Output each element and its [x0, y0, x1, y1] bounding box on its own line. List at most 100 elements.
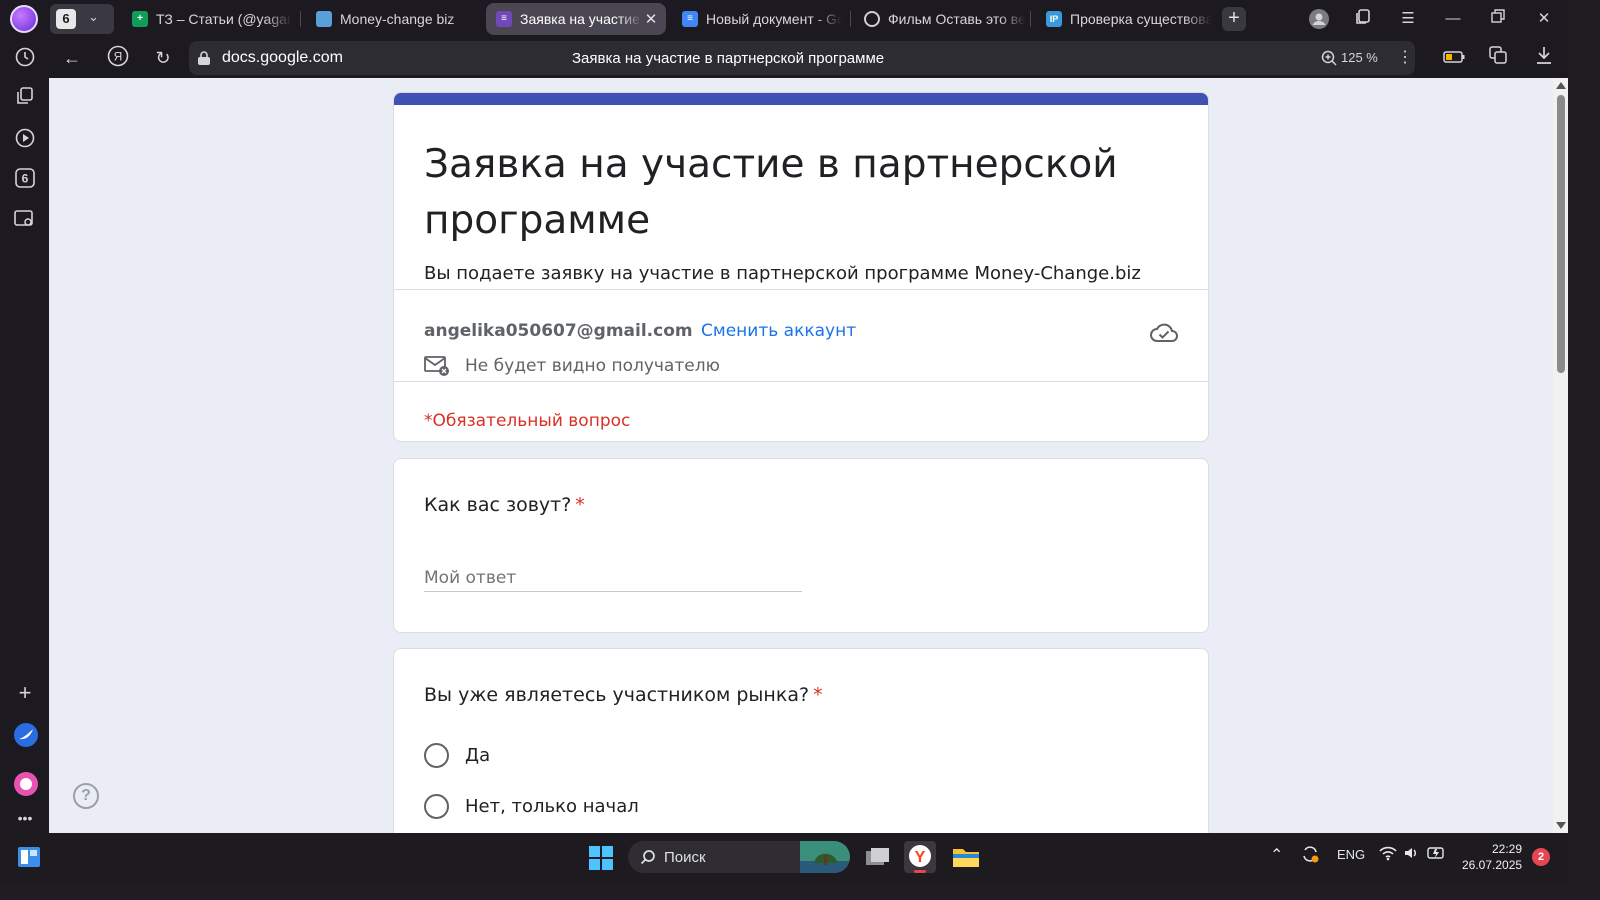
system-clock[interactable]: 22:29 26.07.2025 [1462, 841, 1522, 873]
task-view-icon[interactable] [862, 841, 894, 873]
address-page-title: Заявка на участие в партнерской программ… [572, 50, 885, 67]
docs-icon: ≡ [682, 11, 698, 27]
tab-label: Новый документ - Goo [706, 11, 842, 27]
yandex-icon[interactable]: Я [105, 45, 131, 71]
alice-icon[interactable] [13, 771, 38, 796]
more-vertical-icon[interactable]: ⋮ [1397, 47, 1413, 67]
help-icon[interactable]: ? [73, 783, 99, 809]
radio-label: Да [465, 745, 491, 766]
volume-icon[interactable] [1403, 845, 1419, 864]
add-panel-icon[interactable]: + [13, 681, 37, 705]
zoom-control[interactable]: 125 % ⋮ [1311, 41, 1415, 75]
question-text: Как вас зовут? [424, 494, 572, 516]
lock-icon [198, 51, 210, 65]
account-email: angelika050607@gmail.com [424, 321, 693, 341]
address-bar[interactable]: docs.google.com Заявка на участие в парт… [189, 41, 1349, 75]
question-title: Вы уже являетесь участником рынка? * [424, 684, 823, 706]
svg-text:Y: Y [915, 849, 926, 866]
tab-label: Заявка на участие в [520, 11, 642, 27]
svg-text:6: 6 [22, 172, 29, 186]
address-domain: docs.google.com [222, 49, 343, 66]
chevron-down-icon[interactable]: ⌄ [88, 9, 99, 25]
question-card-name: Как вас зовут? * [393, 458, 1209, 633]
new-tab-button[interactable]: + [1222, 7, 1246, 31]
browser-tab[interactable]: Money-change biz [306, 3, 476, 35]
email-hidden-note: Не будет видно получателю [424, 355, 720, 377]
menu-icon[interactable]: ☰ [1397, 8, 1419, 30]
close-window-icon[interactable]: ✕ [1533, 8, 1555, 30]
tab-label: Проверка существова [1070, 11, 1212, 27]
cloud-saved-icon [1150, 323, 1178, 342]
minimize-icon[interactable]: — [1442, 8, 1464, 30]
browser-tab[interactable]: IP Проверка существова [1036, 3, 1212, 35]
browser-profile-avatar[interactable] [10, 5, 38, 33]
question-text: Вы уже являетесь участником рынка? [424, 684, 810, 706]
download-icon[interactable] [1531, 45, 1557, 71]
battery-saver-icon[interactable] [1441, 45, 1467, 71]
tab-group-count: 6 [56, 9, 76, 29]
tab-group-button[interactable]: 6 ⌄ [50, 4, 114, 34]
clock-time: 22:29 [1491, 842, 1522, 856]
form-page: Заявка на участие в партнерской программ… [49, 78, 1553, 833]
notification-badge[interactable]: 2 [1532, 848, 1550, 866]
battery-icon[interactable] [1427, 845, 1447, 864]
tab-group-six-icon[interactable]: 6 [13, 168, 37, 192]
close-icon[interactable]: ✕ [642, 10, 660, 28]
screenshot-icon[interactable] [13, 209, 37, 233]
windows-start-icon[interactable] [589, 846, 613, 870]
form-title: Заявка на участие в партнерской программ… [424, 142, 1118, 243]
sheets-icon: + [132, 11, 148, 27]
site-favicon [316, 11, 332, 27]
widgets-icon[interactable] [17, 845, 41, 869]
page-scrollbar[interactable] [1553, 78, 1568, 833]
required-star: * [575, 494, 585, 516]
scrollbar-thumb[interactable] [1557, 95, 1565, 373]
history-icon[interactable] [13, 46, 37, 70]
translate-icon[interactable] [1485, 45, 1511, 71]
account-icon[interactable] [1308, 8, 1330, 30]
form-accent-bar [394, 93, 1208, 105]
forms-icon: ≡ [496, 11, 512, 27]
video-icon[interactable] [13, 127, 37, 151]
restore-icon[interactable] [1487, 8, 1509, 30]
taskbar-search[interactable]: Поиск [628, 841, 850, 873]
windows-taskbar: Поиск Y ⌃ ENG 22:29 26.07.2025 2 [0, 833, 1568, 882]
clock-date: 26.07.2025 [1462, 858, 1523, 872]
browser-tab[interactable]: + ТЗ – Статьи (@yagam [122, 3, 292, 35]
mail-hidden-icon [424, 356, 449, 376]
browser-toolbar: ← Я ↻ docs.google.com Заявка на участие … [49, 38, 1568, 78]
email-hidden-text: Не будет видно получателю [465, 356, 720, 376]
input-language[interactable]: ENG [1337, 847, 1365, 862]
radio-option-no[interactable]: Нет, только начал [424, 794, 639, 819]
back-icon[interactable]: ← [59, 45, 85, 71]
radio-button[interactable] [424, 794, 449, 819]
more-horizontal-icon[interactable]: ••• [13, 806, 37, 830]
browser-tab-active[interactable]: ≡ Заявка на участие в ✕ [486, 3, 666, 35]
required-star: * [813, 684, 823, 706]
radio-button[interactable] [424, 743, 449, 768]
film-icon [864, 11, 880, 27]
browser-tab-strip: 6 ⌄ + ТЗ – Статьи (@yagam Money-change b… [0, 0, 1568, 38]
browser-tab[interactable]: ≡ Новый документ - Goo [672, 3, 842, 35]
search-highlight-image [800, 841, 850, 873]
zoom-level: 125 % [1341, 50, 1378, 65]
tabs-panel-icon[interactable] [13, 86, 37, 110]
scroll-down-arrow[interactable] [1556, 822, 1566, 829]
switch-account-link[interactable]: Сменить аккаунт [701, 321, 856, 341]
radio-option-yes[interactable]: Да [424, 743, 490, 768]
name-answer-input[interactable] [424, 564, 802, 592]
chevron-up-icon[interactable]: ⌃ [1270, 845, 1283, 865]
wifi-icon[interactable] [1379, 845, 1397, 864]
collections-icon[interactable] [1352, 8, 1374, 30]
yandex-browser-taskbar-icon[interactable]: Y [904, 841, 936, 873]
sync-icon[interactable] [1300, 844, 1320, 867]
messenger-icon[interactable] [13, 722, 38, 747]
file-explorer-icon[interactable] [950, 841, 982, 873]
browser-side-panel: 6 + ••• [0, 38, 49, 833]
reload-icon[interactable]: ↻ [150, 45, 176, 71]
scroll-up-arrow[interactable] [1556, 82, 1566, 89]
form-description: Вы подаете заявку на участие в партнерск… [424, 263, 1141, 284]
svg-text:Я: Я [114, 50, 123, 64]
required-question-note: *Обязательный вопрос [424, 411, 631, 431]
browser-tab[interactable]: Фильм Оставь это ве [854, 3, 1026, 35]
